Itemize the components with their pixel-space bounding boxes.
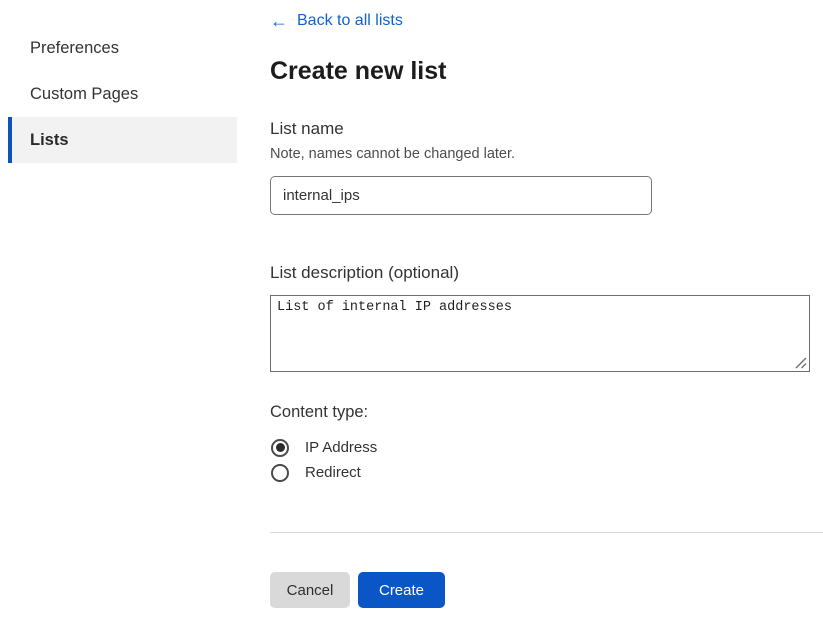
content-type-label: Content type: bbox=[270, 403, 823, 422]
list-description-wrap: List of internal IP addresses bbox=[270, 295, 810, 372]
sidebar-item-label: Preferences bbox=[30, 39, 119, 58]
radio-icon[interactable] bbox=[271, 439, 289, 457]
radio-icon[interactable] bbox=[271, 464, 289, 482]
resize-grip-icon[interactable] bbox=[795, 357, 807, 369]
radio-option-redirect[interactable]: Redirect bbox=[270, 460, 823, 485]
list-description-textarea[interactable]: List of internal IP addresses bbox=[270, 295, 810, 372]
sidebar-item-label: Custom Pages bbox=[30, 85, 138, 104]
sidebar-item-custom-pages[interactable]: Custom Pages bbox=[8, 71, 237, 117]
radio-label: Redirect bbox=[305, 464, 361, 481]
main-content: ← Back to all lists Create new list List… bbox=[270, 0, 823, 608]
action-buttons: Cancel Create bbox=[270, 572, 823, 608]
list-name-input[interactable] bbox=[270, 176, 652, 215]
list-name-label: List name bbox=[270, 119, 823, 139]
page: Preferences Custom Pages Lists ← Back to… bbox=[0, 0, 823, 617]
radio-option-ip-address[interactable]: IP Address bbox=[270, 435, 823, 460]
back-link-label: Back to all lists bbox=[297, 12, 403, 30]
divider bbox=[270, 532, 823, 533]
sidebar-item-label: Lists bbox=[30, 131, 69, 150]
content-type-radio-group: IP Address Redirect bbox=[270, 435, 823, 485]
sidebar-item-lists[interactable]: Lists bbox=[8, 117, 237, 163]
create-button[interactable]: Create bbox=[358, 572, 445, 608]
list-name-note: Note, names cannot be changed later. bbox=[270, 146, 823, 162]
radio-label: IP Address bbox=[305, 439, 377, 456]
cancel-button[interactable]: Cancel bbox=[270, 572, 350, 608]
sidebar-item-preferences[interactable]: Preferences bbox=[8, 25, 237, 71]
sidebar: Preferences Custom Pages Lists bbox=[0, 25, 250, 163]
list-description-label: List description (optional) bbox=[270, 263, 823, 283]
back-arrow-icon: ← bbox=[270, 12, 288, 30]
page-title: Create new list bbox=[270, 57, 823, 86]
back-to-all-lists-link[interactable]: ← Back to all lists bbox=[270, 12, 403, 30]
